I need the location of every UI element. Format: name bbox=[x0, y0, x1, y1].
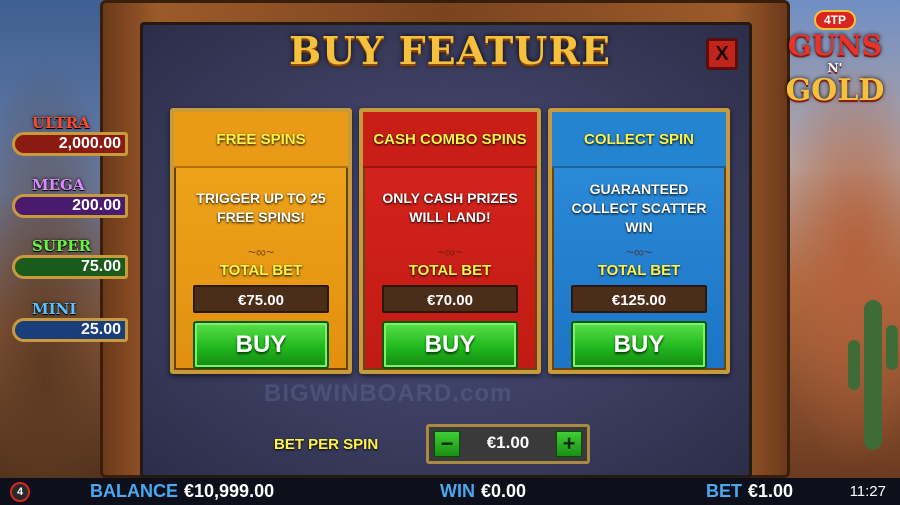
card-title: COLLECT SPIN bbox=[552, 112, 726, 168]
jackpot-super: 75.00 SUPER bbox=[4, 237, 128, 281]
jackpot-mini: 25.00 MINI bbox=[4, 300, 128, 344]
logo-line-guns: GUNS bbox=[787, 29, 883, 62]
bet-display: BET €1.00 bbox=[706, 481, 793, 502]
flourish-icon: ~∞~ bbox=[247, 244, 275, 260]
win-display: WIN €0.00 bbox=[440, 481, 526, 502]
jackpot-label: ULTRA bbox=[32, 114, 90, 132]
bet-per-spin-stepper: − €1.00 + bbox=[426, 424, 590, 464]
bet-value: €1.00 bbox=[748, 481, 794, 501]
bet-per-spin-value: €1.00 bbox=[486, 433, 530, 452]
feature-card-collect-spin: COLLECT SPIN GUARANTEED COLLECT SCATTER … bbox=[548, 108, 730, 374]
win-value: €0.00 bbox=[481, 481, 527, 501]
flourish-icon: ~∞~ bbox=[625, 244, 653, 260]
flourish-icon: ~∞~ bbox=[436, 244, 464, 260]
balance-value: €10,999.00 bbox=[184, 481, 275, 501]
balance-label: BALANCE bbox=[90, 481, 178, 501]
jackpot-label: SUPER bbox=[32, 237, 92, 255]
buy-free-spins-button[interactable]: BUY bbox=[193, 321, 329, 369]
jackpot-value: 75.00 bbox=[12, 255, 128, 279]
bet-label: BET bbox=[706, 481, 742, 501]
watermark: BIGWINBOARD.com bbox=[264, 380, 513, 407]
card-description: TRIGGER UP TO 25 FREE SPINS! bbox=[196, 190, 326, 225]
game-logo: 4TP GUNS N' GOLD bbox=[776, 8, 894, 128]
feature-card-cash-combo-spins: CASH COMBO SPINS ONLY CASH PRIZES WILL L… bbox=[359, 108, 541, 374]
jackpot-value: 2,000.00 bbox=[12, 132, 128, 156]
card-description: GUARANTEED COLLECT SCATTER WIN bbox=[571, 180, 707, 235]
jackpot-value: 200.00 bbox=[12, 194, 128, 218]
decrease-bet-button[interactable]: − bbox=[434, 431, 460, 457]
total-bet-label: TOTAL BET bbox=[219, 262, 303, 279]
bet-per-spin-label: BET PER SPIN bbox=[274, 436, 379, 453]
total-bet-label: TOTAL BET bbox=[408, 262, 492, 279]
page-title: BUY FEATURE bbox=[289, 28, 611, 73]
card-title: CASH COMBO SPINS bbox=[363, 112, 537, 168]
total-bet-price: €70.00 bbox=[382, 285, 518, 313]
total-bet-price: €75.00 bbox=[193, 285, 329, 313]
feature-card-free-spins: FREE SPINS TRIGGER UP TO 25 FREE SPINS! … bbox=[170, 108, 352, 374]
total-bet-price: €125.00 bbox=[571, 285, 707, 313]
card-title: FREE SPINS bbox=[174, 112, 348, 168]
win-label: WIN bbox=[440, 481, 475, 501]
total-bet-label: TOTAL BET bbox=[597, 262, 681, 279]
balance-display: BALANCE €10,999.00 bbox=[90, 481, 274, 502]
increase-bet-button[interactable]: + bbox=[556, 431, 582, 457]
provider-logo-icon[interactable]: 4 bbox=[10, 482, 30, 502]
buy-cash-combo-spins-button[interactable]: BUY bbox=[382, 321, 518, 369]
jackpot-label: MEGA bbox=[32, 176, 85, 194]
logo-line-gold: GOLD bbox=[785, 73, 885, 108]
close-button[interactable]: X bbox=[706, 38, 738, 70]
jackpot-label: MINI bbox=[32, 300, 77, 318]
jackpot-value: 25.00 bbox=[12, 318, 128, 342]
bottom-status-bar: 4 BALANCE €10,999.00 WIN €0.00 BET €1.00 11… bbox=[0, 478, 900, 505]
clock: 11:27 bbox=[849, 483, 886, 500]
jackpot-mega: 200.00 MEGA bbox=[4, 176, 128, 220]
jackpot-ultra: 2,000.00 ULTRA bbox=[4, 114, 128, 158]
cactus-decoration bbox=[848, 300, 898, 450]
card-description: ONLY CASH PRIZES WILL LAND! bbox=[382, 190, 518, 225]
provider-badge: 4TP bbox=[813, 10, 856, 30]
buy-collect-spin-button[interactable]: BUY bbox=[571, 321, 707, 369]
